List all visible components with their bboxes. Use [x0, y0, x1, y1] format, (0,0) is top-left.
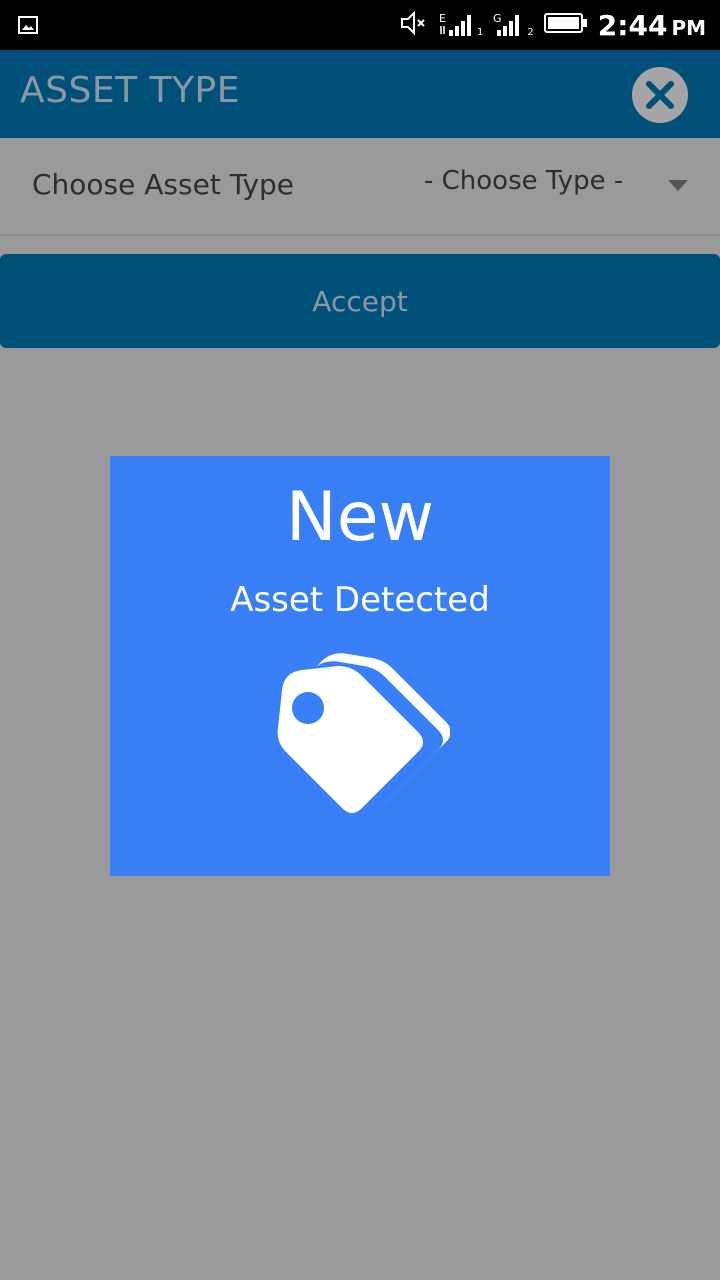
asset-type-select-value: - Choose Type -: [424, 166, 624, 196]
close-button[interactable]: [632, 67, 688, 123]
app-header: ASSET TYPE: [0, 50, 720, 138]
accept-button-label: Accept: [312, 284, 408, 318]
status-bar: E 1 G 2 2:44 PM: [0, 0, 720, 50]
close-icon: [646, 81, 674, 109]
accept-button[interactable]: Accept: [0, 254, 720, 348]
signal-sim2-icon: G 2: [493, 12, 534, 38]
svg-text:G: G: [493, 12, 502, 25]
new-asset-dialog[interactable]: New Asset Detected: [110, 456, 610, 876]
asset-type-select[interactable]: - Choose Type -: [424, 166, 704, 206]
svg-text:E: E: [439, 12, 446, 25]
chevron-down-icon: [668, 180, 688, 191]
asset-type-row: Choose Asset Type - Choose Type -: [0, 138, 720, 236]
clock-time: 2:44: [597, 8, 668, 42]
clock: 2:44 PM: [598, 9, 706, 42]
gallery-notification-icon: [18, 16, 38, 38]
tags-icon: [277, 653, 450, 817]
asset-type-label: Choose Asset Type: [32, 168, 295, 201]
dialog-subtitle: Asset Detected: [230, 580, 490, 620]
dialog-title: New: [285, 478, 435, 557]
signal-sim1-icon: E 1: [439, 12, 484, 38]
page-title: ASSET TYPE: [20, 70, 240, 111]
battery-icon: [543, 12, 588, 38]
mute-icon: [399, 10, 429, 40]
clock-ampm: PM: [671, 15, 706, 40]
